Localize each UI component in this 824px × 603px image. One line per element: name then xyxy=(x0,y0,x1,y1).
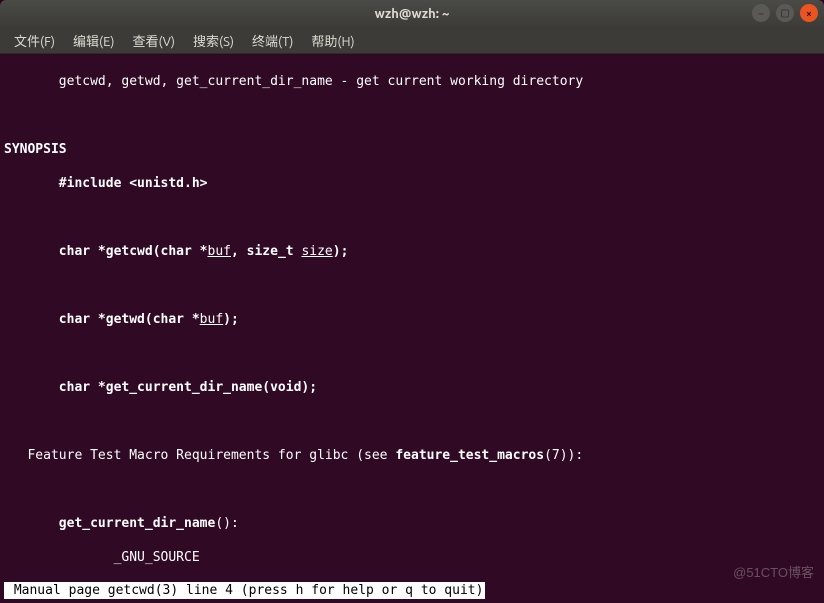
blank xyxy=(4,277,820,294)
blank xyxy=(4,413,820,430)
window-titlebar: wzh@wzh: ~ – ▢ × xyxy=(0,0,824,28)
window-controls: – ▢ × xyxy=(752,4,818,22)
ftm-line: Feature Test Macro Requirements for glib… xyxy=(4,447,820,464)
fn-getwd: char *getwd(char *buf); xyxy=(4,311,820,328)
fn-gcdn: char *get_current_dir_name(void); xyxy=(4,379,820,396)
menubar: 文件(F) 编辑(E) 查看(V) 搜索(S) 终端(T) 帮助(H) xyxy=(0,28,824,54)
window-title: wzh@wzh: ~ xyxy=(375,7,450,21)
blank xyxy=(4,481,820,498)
menu-terminal[interactable]: 终端(T) xyxy=(244,28,301,53)
pager-status-line: Manual page getcwd(3) line 4 (press h fo… xyxy=(4,582,485,599)
menu-search[interactable]: 搜索(S) xyxy=(185,28,242,53)
fn-getcwd: char *getcwd(char *buf, size_t size); xyxy=(4,243,820,260)
man-name-line: getcwd, getwd, get_current_dir_name - ge… xyxy=(4,73,820,90)
menu-help[interactable]: 帮助(H) xyxy=(303,28,362,53)
minimize-button[interactable]: – xyxy=(752,4,770,22)
gcdn-body: _GNU_SOURCE xyxy=(4,549,820,566)
terminal-viewport[interactable]: getcwd, getwd, get_current_dir_name - ge… xyxy=(0,54,824,603)
section-synopsis: SYNOPSIS xyxy=(4,141,820,158)
blank xyxy=(4,209,820,226)
menu-file[interactable]: 文件(F) xyxy=(6,28,63,53)
blank xyxy=(4,345,820,362)
blank xyxy=(4,107,820,124)
gcdn-header: get_current_dir_name(): xyxy=(4,515,820,532)
watermark: @51CTO博客 xyxy=(733,564,814,581)
menu-edit[interactable]: 编辑(E) xyxy=(65,28,122,53)
menu-view[interactable]: 查看(V) xyxy=(125,28,183,53)
close-button[interactable]: × xyxy=(800,4,818,22)
include-line: #include <unistd.h> xyxy=(4,175,820,192)
maximize-button[interactable]: ▢ xyxy=(776,4,794,22)
